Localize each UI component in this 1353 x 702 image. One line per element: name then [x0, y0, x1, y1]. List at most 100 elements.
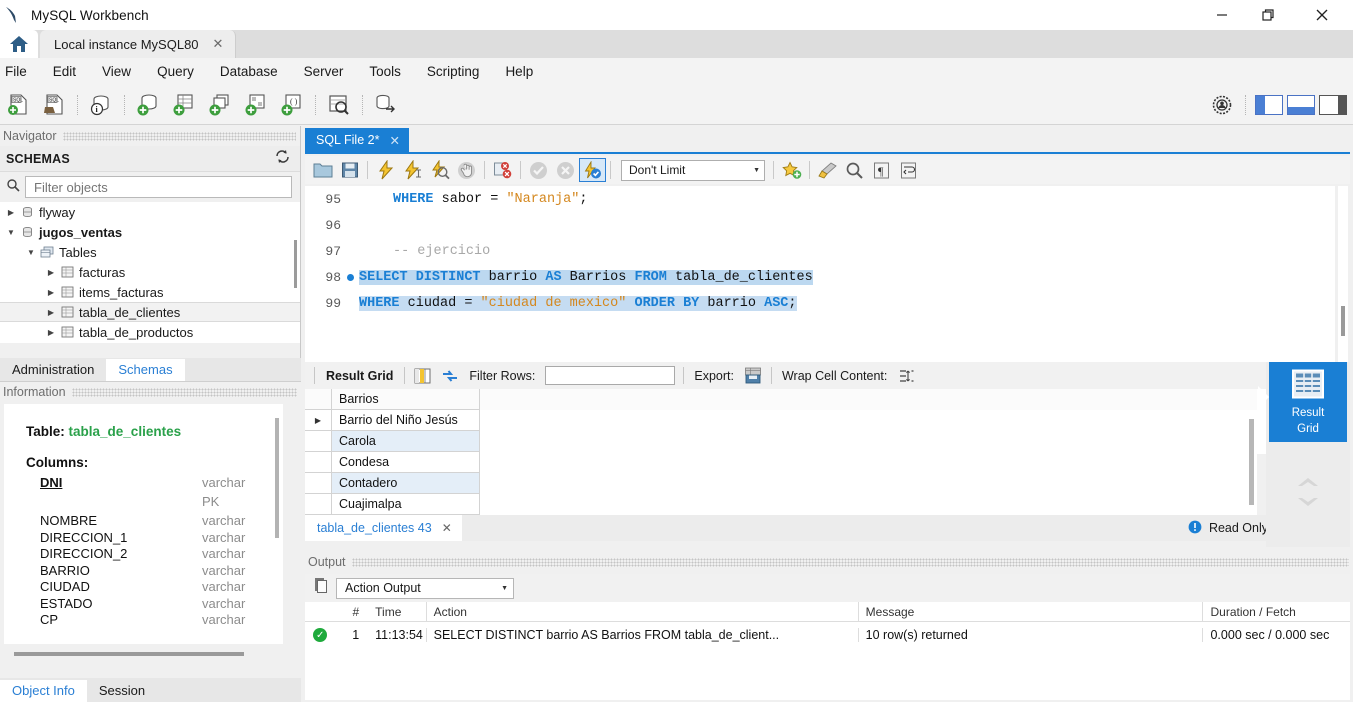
wrap-cell-icon[interactable]	[893, 364, 920, 388]
tree-node-tabla-de-clientes[interactable]: ▶ tabla_de_clientes	[0, 302, 300, 322]
save-snippet-icon[interactable]	[778, 158, 805, 182]
open-sql-script-icon[interactable]: SQL	[38, 89, 70, 121]
home-tab[interactable]	[0, 30, 38, 58]
cell-barrios[interactable]: Barrio del Niño Jesús	[332, 410, 480, 431]
chevron-down-icon[interactable]: ▼	[501, 585, 508, 592]
code-line-96[interactable]: 96	[305, 212, 1335, 238]
tab-schemas[interactable]: Schemas	[106, 359, 185, 381]
close-icon[interactable]: ✕	[213, 36, 224, 52]
scrollbar-thumb[interactable]	[1341, 306, 1345, 336]
export-icon[interactable]	[740, 364, 767, 388]
new-sql-tab-icon[interactable]: SQL	[2, 89, 34, 121]
row-marker[interactable]: ▶	[305, 410, 332, 431]
new-procedure-icon[interactable]	[240, 89, 272, 121]
chevron-right-icon[interactable]: ▶	[4, 208, 18, 217]
menu-item-server[interactable]: Server	[291, 61, 357, 82]
menu-item-help[interactable]: Help	[492, 61, 546, 82]
table-row[interactable]: Contadero	[305, 473, 1257, 494]
tab-administration[interactable]: Administration	[0, 359, 106, 381]
search-input[interactable]	[32, 178, 285, 196]
chevron-right-icon[interactable]: ▶	[44, 328, 58, 337]
code-line-97[interactable]: 97 -- ejercicio	[305, 238, 1335, 264]
code-line-98[interactable]: 98 SELECT DISTINCT barrio AS Barrios FRO…	[305, 264, 1335, 290]
new-view-icon[interactable]	[204, 89, 236, 121]
tree-node-tables[interactable]: ▼ Tables	[0, 242, 300, 262]
tree-node-tabla-de-productos[interactable]: ▶ tabla_de_productos	[0, 322, 300, 342]
result-grid[interactable]: Barrios ▶ Barrio del Niño Jesús Carola C…	[305, 389, 1257, 515]
chevron-right-icon[interactable]: ▶	[44, 308, 58, 317]
chevron-right-icon[interactable]: ▶	[44, 268, 58, 277]
table-row[interactable]: Condesa	[305, 452, 1257, 473]
refresh-icon[interactable]	[275, 149, 290, 169]
invisible-characters-icon[interactable]: ¶	[868, 158, 895, 182]
result-set-tab[interactable]: tabla_de_clientes 43 ✕	[305, 515, 462, 541]
close-icon[interactable]: ✕	[389, 133, 399, 148]
admin-target-icon[interactable]	[1206, 89, 1238, 121]
table-row[interactable]: Carola	[305, 431, 1257, 452]
beautify-query-icon[interactable]	[814, 158, 841, 182]
chevron-right-icon[interactable]: ▶	[44, 288, 58, 297]
sidebar-left-toggle[interactable]	[1255, 94, 1283, 115]
column-header-barrios[interactable]: Barrios	[332, 389, 480, 410]
row-marker[interactable]	[305, 473, 332, 494]
menu-item-file[interactable]: File	[0, 61, 40, 82]
filter-objects-box[interactable]	[25, 176, 292, 198]
autocommit-toggle-icon[interactable]	[579, 158, 606, 182]
row-marker[interactable]	[305, 452, 332, 473]
search-data-icon[interactable]	[323, 89, 355, 121]
menu-item-tools[interactable]: Tools	[356, 61, 414, 82]
tree-node-facturas[interactable]: ▶ facturas	[0, 262, 300, 282]
result-grid-vertical-scrollbar[interactable]	[1249, 419, 1254, 505]
sidebar-right-toggle[interactable]	[1319, 94, 1347, 115]
menu-item-database[interactable]: Database	[207, 61, 291, 82]
row-marker[interactable]	[305, 431, 332, 452]
new-schema-icon[interactable]	[132, 89, 164, 121]
connection-tab-local-instance[interactable]: Local instance MySQL80 ✕	[40, 30, 237, 58]
close-button[interactable]	[1291, 0, 1353, 30]
filter-rows-input[interactable]	[545, 366, 676, 385]
cell-barrios[interactable]: Contadero	[332, 473, 480, 494]
save-script-icon[interactable]	[336, 158, 363, 182]
output-type-select[interactable]: Action Output ▼	[336, 577, 514, 599]
menu-item-scripting[interactable]: Scripting	[414, 61, 493, 82]
server-status-icon[interactable]: i	[85, 89, 117, 121]
find-icon[interactable]	[841, 158, 868, 182]
menu-item-edit[interactable]: Edit	[40, 61, 89, 82]
execute-all-icon[interactable]	[372, 158, 399, 182]
maximize-restore-button[interactable]	[1245, 0, 1291, 30]
commit-icon[interactable]	[525, 158, 552, 182]
tree-scrollbar[interactable]	[294, 240, 297, 288]
tab-session[interactable]: Session	[87, 680, 157, 702]
table-row[interactable]: ▶ Barrio del Niño Jesús	[305, 410, 1257, 431]
information-horizontal-scrollbar[interactable]	[14, 652, 244, 656]
menu-item-view[interactable]: View	[89, 61, 144, 82]
row-marker[interactable]	[305, 494, 332, 515]
close-icon[interactable]: ✕	[442, 521, 452, 535]
tree-node-jugos-ventas[interactable]: ▼ jugos_ventas	[0, 222, 300, 242]
tab-object-info[interactable]: Object Info	[0, 680, 87, 702]
code-line-95[interactable]: 95 WHERE sabor = "Naranja";	[305, 186, 1335, 212]
result-grid-side-button[interactable]: Result Grid	[1258, 362, 1347, 442]
cell-barrios[interactable]: Carola	[332, 431, 480, 452]
code-line-99[interactable]: 99 WHERE ciudad = "ciudad de mexico" ORD…	[305, 290, 1335, 316]
toggle-stop-on-error-icon[interactable]	[489, 158, 516, 182]
limit-rows-select[interactable]: Don't Limit ▼	[621, 159, 765, 181]
new-function-icon[interactable]: ( )	[276, 89, 308, 121]
menu-item-query[interactable]: Query	[144, 61, 207, 82]
sidebar-bottom-toggle[interactable]	[1287, 94, 1315, 115]
stop-execution-icon[interactable]	[453, 158, 480, 182]
cell-barrios[interactable]: Condesa	[332, 452, 480, 473]
wrap-lines-icon[interactable]	[895, 158, 922, 182]
open-script-icon[interactable]	[309, 158, 336, 182]
tree-node-flyway[interactable]: ▶ flyway	[0, 202, 300, 222]
new-table-icon[interactable]	[168, 89, 200, 121]
chevron-down-icon[interactable]: ▼	[753, 167, 760, 174]
result-panel-scroll-chevrons[interactable]	[1269, 462, 1347, 522]
copy-icon[interactable]	[311, 576, 330, 600]
cell-barrios[interactable]: Cuajimalpa	[332, 494, 480, 515]
reconnect-server-icon[interactable]	[370, 89, 402, 121]
grid-view-icon[interactable]	[409, 364, 436, 388]
sql-tab-file2[interactable]: SQL File 2* ✕	[305, 128, 409, 152]
table-row[interactable]: Cuajimalpa	[305, 494, 1257, 515]
chevron-down-icon[interactable]: ▼	[24, 248, 38, 257]
